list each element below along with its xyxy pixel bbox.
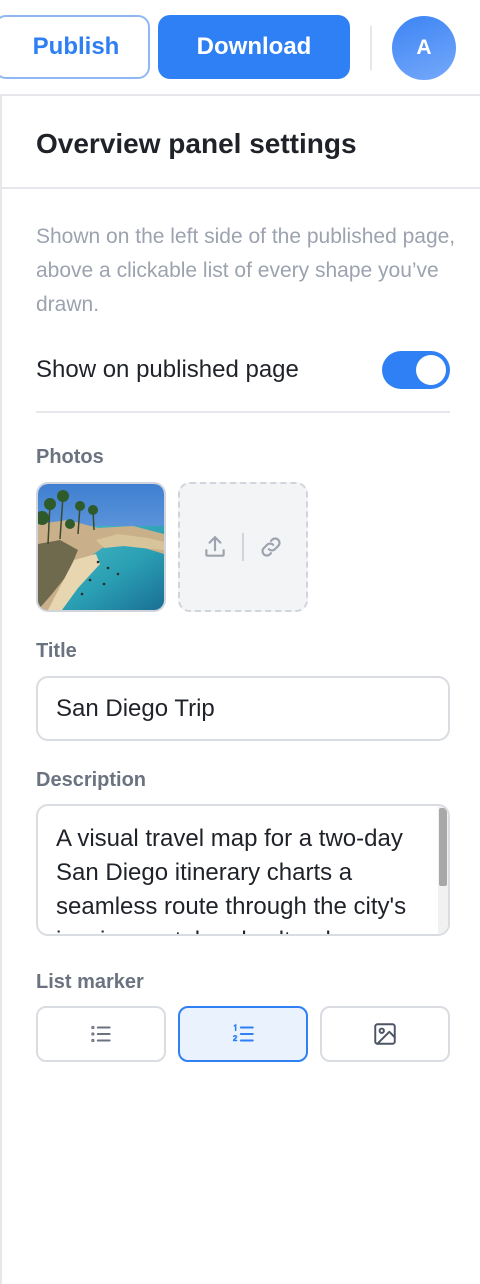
toolbar-divider bbox=[370, 26, 372, 70]
bullet-list-icon bbox=[91, 1025, 111, 1043]
panel-header: Overview panel settings bbox=[2, 96, 480, 189]
title-label: Title bbox=[36, 640, 77, 662]
download-button[interactable]: Download bbox=[158, 15, 350, 79]
publish-button[interactable]: Publish bbox=[0, 15, 150, 79]
overview-settings-panel: Overview panel settings Shown on the lef… bbox=[0, 96, 480, 1284]
list-marker-options bbox=[36, 1006, 450, 1062]
avatar[interactable]: A bbox=[392, 16, 456, 80]
description-label: Description bbox=[36, 769, 147, 791]
beach-photo-image bbox=[38, 484, 164, 610]
photo-thumbnail[interactable] bbox=[36, 482, 166, 612]
upload-icon[interactable] bbox=[202, 534, 228, 560]
panel-description: Shown on the left side of the published … bbox=[36, 225, 456, 316]
panel-title: Overview panel settings bbox=[36, 128, 357, 159]
description-scrollbar[interactable] bbox=[438, 806, 448, 934]
show-on-page-toggle[interactable] bbox=[382, 351, 450, 389]
top-toolbar: Publish Download A bbox=[0, 0, 480, 96]
numbered-list-button[interactable] bbox=[178, 1006, 308, 1062]
description-text: A visual travel map for a two-day San Di… bbox=[56, 825, 407, 934]
numbered-list-icon bbox=[232, 1023, 254, 1042]
photos-label: Photos bbox=[36, 446, 104, 468]
upload-link-separator bbox=[242, 533, 244, 561]
bullet-list-button[interactable] bbox=[36, 1006, 166, 1062]
show-on-page-row: Show on published page bbox=[36, 348, 450, 392]
section-divider bbox=[36, 411, 450, 413]
photo-add-area bbox=[178, 482, 308, 612]
link-icon[interactable] bbox=[258, 534, 284, 560]
image-icon bbox=[374, 1023, 396, 1045]
toggle-knob bbox=[416, 355, 446, 385]
scrollbar-thumb[interactable] bbox=[439, 808, 447, 886]
title-input[interactable]: San Diego Trip bbox=[36, 676, 450, 741]
list-marker-label: List marker bbox=[36, 971, 144, 993]
image-marker-button[interactable] bbox=[320, 1006, 450, 1062]
show-on-page-label: Show on published page bbox=[36, 356, 299, 383]
description-textarea[interactable]: A visual travel map for a two-day San Di… bbox=[36, 804, 450, 936]
